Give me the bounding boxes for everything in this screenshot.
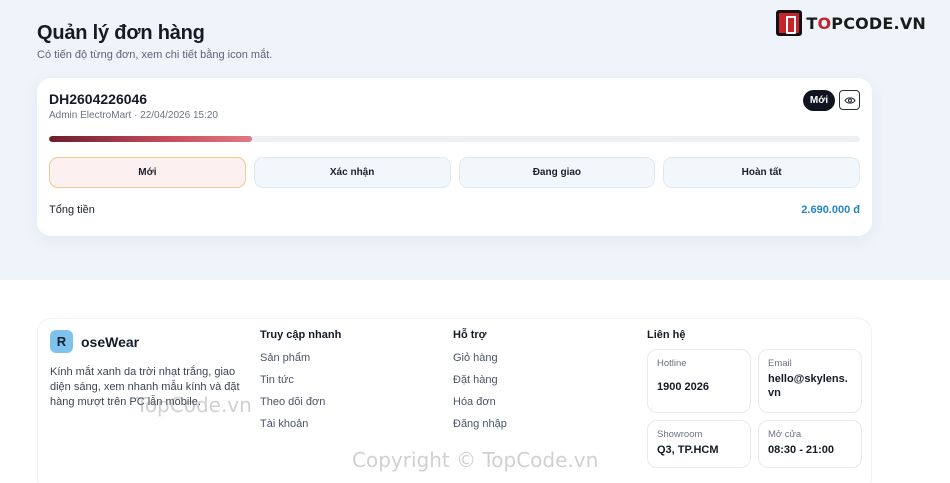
footer-link-order[interactable]: Đặt hàng bbox=[453, 369, 507, 391]
order-progress-fill bbox=[49, 136, 252, 142]
showroom-label: Showroom bbox=[657, 429, 703, 440]
hotline-label: Hotline bbox=[657, 358, 687, 369]
order-step[interactable]: Hoàn tất bbox=[663, 157, 860, 188]
order-meta: Admin ElectroMart · 22/04/2026 15:20 bbox=[49, 110, 218, 121]
page-header: Quản lý đơn hàng Có tiến độ từng đơn, xe… bbox=[37, 22, 272, 61]
contact-title: Liên hệ bbox=[647, 329, 686, 341]
footer-link-cart[interactable]: Giỏ hàng bbox=[453, 347, 507, 369]
footer-card: R oseWear Kính mắt xanh da trời nhạt trắ… bbox=[37, 318, 872, 483]
footer-link-account[interactable]: Tài khoản bbox=[260, 413, 341, 435]
order-step[interactable]: Mới bbox=[49, 157, 246, 188]
status-badge: Mới bbox=[803, 90, 835, 111]
showroom-value: Q3, TP.HCM bbox=[657, 444, 719, 456]
footer-contact: Liên hệ bbox=[647, 329, 686, 347]
order-steps: Mới Xác nhận Đang giao Hoàn tất bbox=[49, 157, 860, 188]
footer-link-track-order[interactable]: Theo dõi đơn bbox=[260, 391, 341, 413]
email-label: Email bbox=[768, 358, 792, 369]
email-value: hello@skylens.vn bbox=[768, 373, 848, 399]
topcode-logo: TOPCODE.VN bbox=[776, 10, 926, 36]
footer-brand: R oseWear Kính mắt xanh da trời nhạt trắ… bbox=[50, 330, 250, 410]
page-subtitle: Có tiến độ từng đơn, xem chi tiết bằng i… bbox=[37, 49, 273, 61]
footer-quick-links: Truy cập nhanh Sản phẩm Tin tức Theo dõi… bbox=[260, 329, 341, 435]
contact-showroom: Showroom Q3, TP.HCM bbox=[647, 420, 751, 468]
eye-icon bbox=[843, 96, 856, 104]
contact-email: Email hello@skylens.vn bbox=[758, 349, 862, 413]
brand-name: oseWear bbox=[81, 333, 140, 350]
quick-links-title: Truy cập nhanh bbox=[260, 329, 342, 341]
order-card: DH2604226046 Admin ElectroMart · 22/04/2… bbox=[37, 78, 872, 236]
hours-value: 08:30 - 21:00 bbox=[768, 444, 835, 456]
support-title: Hỗ trợ bbox=[453, 329, 487, 341]
topcode-logo-text: TOPCODE.VN bbox=[806, 13, 926, 33]
hours-label: Mở cửa bbox=[768, 429, 802, 440]
hotline-value: 1900 2026 bbox=[657, 381, 709, 393]
total-label: Tổng tiền bbox=[49, 204, 95, 216]
footer: R oseWear Kính mắt xanh da trời nhạt trắ… bbox=[0, 280, 950, 483]
order-step[interactable]: Đang giao bbox=[458, 157, 656, 188]
brand-description: Kính mắt xanh da trời nhạt trắng, giao d… bbox=[50, 366, 240, 408]
view-detail-button[interactable] bbox=[839, 90, 860, 110]
contact-hours: Mở cửa 08:30 - 21:00 bbox=[758, 420, 862, 468]
footer-link-login[interactable]: Đăng nhập bbox=[453, 413, 507, 435]
footer-support: Hỗ trợ Giỏ hàng Đặt hàng Hóa đơn Đăng nh… bbox=[453, 329, 507, 435]
order-progress-track bbox=[49, 136, 860, 142]
total-value: 2.690.000 đ bbox=[801, 204, 860, 216]
footer-link-invoice[interactable]: Hóa đơn bbox=[453, 391, 507, 413]
footer-link-products[interactable]: Sản phẩm bbox=[260, 347, 341, 369]
page-title: Quản lý đơn hàng bbox=[37, 22, 205, 44]
topcode-logo-mark bbox=[776, 10, 803, 36]
contact-hotline: Hotline 1900 2026 bbox=[647, 349, 751, 413]
order-step[interactable]: Xác nhận bbox=[253, 157, 451, 188]
brand-badge: R bbox=[50, 330, 73, 353]
footer-link-news[interactable]: Tin tức bbox=[260, 369, 341, 391]
order-id: DH2604226046 bbox=[49, 91, 148, 107]
